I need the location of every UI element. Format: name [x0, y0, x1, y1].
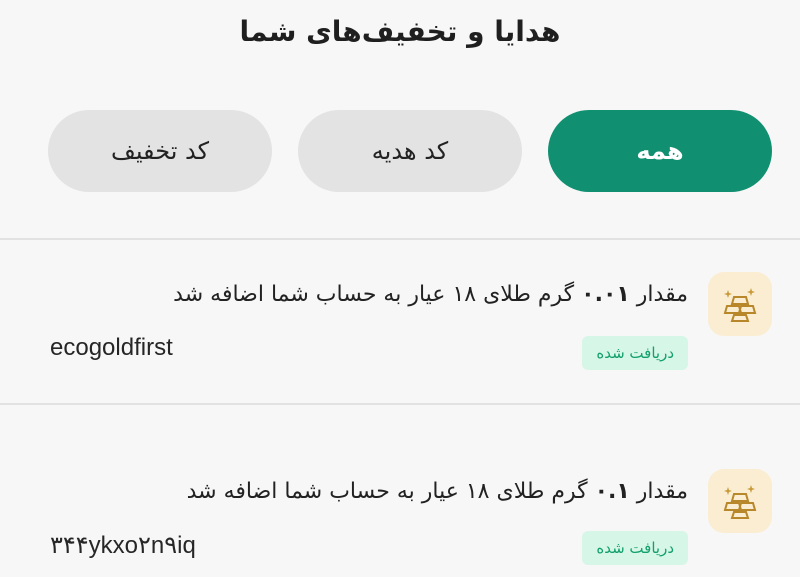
reward-message: مقدار ۰.۱ گرم طلای ۱۸ عیار به حساب شما ا…: [187, 479, 688, 504]
reward-amount: ۰.۱: [594, 479, 630, 504]
reward-message: مقدار ۰.۰۱ گرم طلای ۱۸ عیار به حساب شما …: [173, 282, 688, 307]
tab-discount-code[interactable]: کد تخفیف: [48, 110, 272, 192]
page-title: هدایا و تخفیف‌های شما: [239, 14, 561, 48]
reward-message-suffix: گرم طلای ۱۸ عیار به حساب شما اضافه شد: [186, 479, 588, 504]
tab-gift-code[interactable]: کد هدیه: [298, 110, 522, 192]
reward-code: ecogoldfirst: [50, 334, 173, 361]
page-header: هدایا و تخفیف‌های شما: [0, 0, 800, 70]
gold-bars-icon: [708, 272, 772, 336]
status-badge: دریافت شده: [582, 336, 688, 370]
status-badge: دریافت شده: [582, 531, 688, 565]
reward-code: ۳۴۴ykxo۲n۹iq: [50, 532, 196, 559]
filter-tabs: همه کد هدیه کد تخفیف: [48, 110, 772, 192]
gold-bars-icon: [708, 469, 772, 533]
tab-gift-code-label: کد هدیه: [371, 137, 449, 165]
tab-discount-code-label: کد تخفیف: [110, 137, 210, 165]
reward-message-prefix: مقدار: [636, 479, 688, 504]
list-item[interactable]: مقدار ۰.۰۱ گرم طلای ۱۸ عیار به حساب شما …: [0, 240, 800, 410]
tab-all[interactable]: همه: [548, 110, 772, 192]
reward-amount: ۰.۰۱: [581, 282, 630, 307]
reward-message-suffix: گرم طلای ۱۸ عیار به حساب شما اضافه شد: [173, 282, 575, 307]
reward-message-prefix: مقدار: [636, 282, 688, 307]
tab-all-label: همه: [636, 137, 684, 165]
list-item[interactable]: مقدار ۰.۱ گرم طلای ۱۸ عیار به حساب شما ا…: [0, 405, 800, 575]
